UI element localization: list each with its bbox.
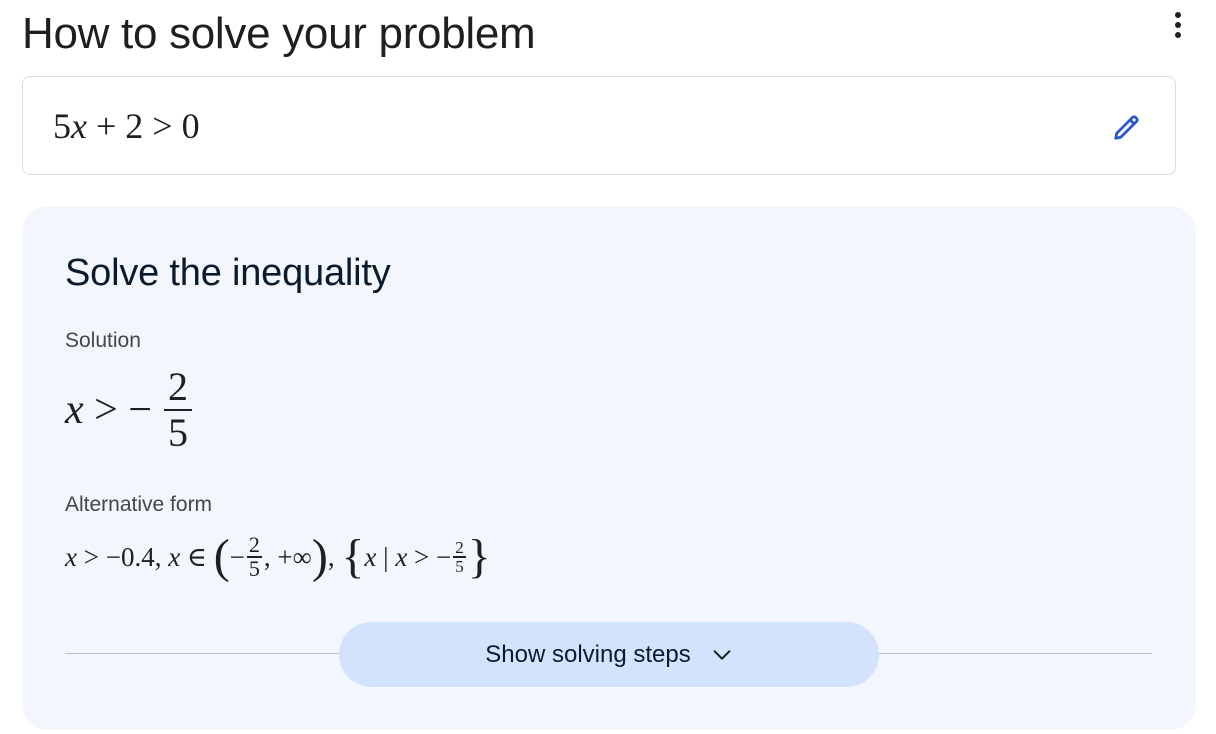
set-variable: x [364, 541, 377, 572]
expression-rest: + 2 > 0 [86, 106, 200, 146]
solution-denominator: 5 [168, 410, 189, 455]
set-open-brace: { [341, 530, 365, 583]
more-vert-icon[interactable] [1164, 8, 1192, 42]
alt-separator: , [327, 541, 342, 572]
problem-input-box[interactable]: 5x + 2 > 0 [22, 76, 1176, 175]
alternative-form-math: x > −0.4, x ∈ ( − 2 5 , +∞ ) , { x | x >… [65, 524, 491, 590]
alternative-form-label: Alternative form [65, 493, 213, 516]
menu-dot [1175, 32, 1181, 38]
interval-close-bracket: ) [311, 530, 328, 583]
divider-left [65, 653, 345, 654]
coefficient: 5 [53, 106, 71, 146]
set-operator: > − [407, 541, 452, 572]
interval-open-bracket: ( [213, 530, 230, 583]
menu-dot [1175, 12, 1181, 18]
interval-fraction: 2 5 [246, 532, 262, 581]
menu-dot [1175, 22, 1181, 28]
set-fraction: 2 5 [453, 539, 466, 575]
pencil-icon [1114, 115, 1139, 140]
solution-label: Solution [65, 329, 141, 352]
interval-upper: , +∞ [263, 541, 312, 572]
set-close-brace: } [467, 530, 491, 583]
alt-decimal: > −0.4, [76, 541, 169, 572]
problem-expression[interactable]: 5x + 2 > 0 [53, 105, 200, 147]
show-solving-steps-button[interactable]: Show solving steps [339, 622, 879, 687]
set-variable: x [395, 541, 408, 572]
set-bar: | [376, 541, 396, 572]
chevron-down-icon [713, 649, 731, 660]
solution-numerator: 2 [168, 364, 189, 409]
interval-minus: − [229, 541, 245, 572]
solution-fraction: 2 5 [162, 365, 194, 455]
solution-variable: x [65, 387, 84, 433]
solution-operator: > − [83, 387, 153, 433]
variable: x [71, 106, 87, 146]
section-title: Solve the inequality [65, 252, 391, 294]
alt-element-of: ∈ [180, 541, 214, 572]
set-numerator: 2 [455, 538, 464, 558]
interval-denominator: 5 [248, 555, 260, 581]
steps-button-label: Show solving steps [485, 640, 691, 668]
divider-right [878, 653, 1152, 654]
set-denominator: 5 [455, 556, 464, 576]
page-title: How to solve your problem [22, 9, 536, 58]
alt-variable: x [65, 541, 77, 572]
solution-math: x > − 2 5 [65, 361, 194, 459]
edit-button[interactable] [1109, 109, 1145, 145]
interval-numerator: 2 [248, 532, 260, 558]
alt-variable: x [168, 541, 181, 572]
solution-card: Solve the inequality Solution x > − 2 5 … [22, 206, 1196, 730]
